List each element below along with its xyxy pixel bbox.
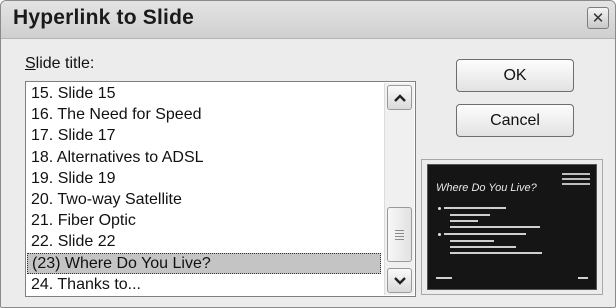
cancel-button[interactable]: Cancel — [456, 104, 574, 137]
list-item[interactable]: 18. Alternatives to ADSL — [27, 147, 381, 168]
list-item[interactable]: 22. Slide 22 — [27, 231, 381, 252]
scrollbar-thumb[interactable] — [387, 207, 412, 262]
slide-title-label-mnemonic: S — [25, 55, 36, 72]
slide-preview-frame: Where Do You Live? — [421, 159, 603, 295]
grip-icon — [395, 228, 404, 242]
close-icon: ✕ — [591, 8, 605, 27]
scroll-down-button[interactable] — [387, 268, 412, 293]
dialog-title: Hyperlink to Slide — [13, 6, 194, 29]
vertical-scrollbar[interactable] — [384, 83, 414, 295]
list-item[interactable]: 16. The Need for Speed — [27, 104, 381, 125]
close-button[interactable]: ✕ — [587, 7, 609, 29]
slide-title-label: Slide title: — [25, 55, 94, 73]
preview-slide-title: Where Do You Live? — [436, 182, 537, 194]
list-item[interactable]: 19. Slide 19 — [27, 168, 381, 189]
scroll-up-button[interactable] — [387, 85, 412, 110]
ok-button[interactable]: OK — [456, 59, 574, 92]
slide-logo-icon — [562, 170, 590, 188]
list-item[interactable]: 17. Slide 17 — [27, 125, 381, 146]
slide-title-label-text: lide title: — [35, 55, 95, 72]
title-bar[interactable]: Hyperlink to Slide ✕ — [1, 1, 615, 39]
slide-list: 15. Slide 15 16. The Need for Speed 17. … — [27, 83, 381, 295]
hyperlink-to-slide-dialog: Hyperlink to Slide ✕ Slide title: 15. Sl… — [0, 0, 616, 308]
slide-thumbnail: Where Do You Live? — [427, 164, 597, 290]
chevron-down-icon — [393, 276, 406, 285]
list-item[interactable]: 20. Two-way Satellite — [27, 189, 381, 210]
slide-title-listbox[interactable]: 15. Slide 15 16. The Need for Speed 17. … — [25, 81, 416, 297]
list-item-selected[interactable]: (23) Where Do You Live? — [27, 252, 381, 274]
list-item[interactable]: 15. Slide 15 — [27, 83, 381, 104]
chevron-up-icon — [393, 93, 406, 102]
list-item[interactable]: 24. Thanks to... — [27, 274, 381, 295]
list-item[interactable]: 21. Fiber Optic — [27, 210, 381, 231]
